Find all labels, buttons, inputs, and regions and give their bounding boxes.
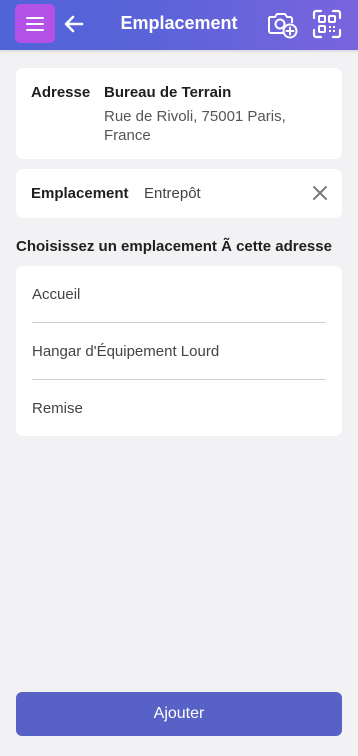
list-item-remise[interactable]: Remise <box>32 380 326 437</box>
section-title: Choisissez un emplacement Ã cette adress… <box>16 238 332 255</box>
camera-add-icon <box>268 13 298 39</box>
hamburger-menu-icon <box>26 16 44 31</box>
location-list: Accueil Hangar d'Équipement Lourd Remise <box>16 266 342 436</box>
add-button[interactable]: Ajouter <box>16 692 342 736</box>
page-title: Emplacement <box>120 13 238 33</box>
clear-location-button[interactable] <box>312 185 328 201</box>
qr-scan-button[interactable] <box>312 9 342 39</box>
camera-add-button[interactable] <box>266 9 298 39</box>
address-name: Bureau de Terrain <box>104 84 232 101</box>
menu-button[interactable] <box>15 4 55 43</box>
address-label: Adresse <box>31 84 91 101</box>
list-item-hangar[interactable]: Hangar d'Équipement Lourd <box>32 323 326 380</box>
back-button[interactable] <box>63 13 85 35</box>
app-bar: Emplacement <box>0 0 358 50</box>
list-item-label: Accueil <box>32 286 81 303</box>
close-icon <box>313 186 327 200</box>
location-value: Entrepôt <box>144 185 201 202</box>
location-card: Emplacement Entrepôt <box>16 169 342 218</box>
qr-scan-icon <box>312 9 342 39</box>
address-card: Adresse Bureau de Terrain Rue de Rivoli,… <box>16 68 342 159</box>
list-item-label: Remise <box>32 400 83 417</box>
list-item-label: Hangar d'Équipement Lourd <box>32 343 220 360</box>
list-item-accueil[interactable]: Accueil <box>32 266 326 323</box>
arrow-left-icon <box>64 15 84 33</box>
address-line: Rue de Rivoli, 75001 Paris, France <box>104 108 286 144</box>
location-label: Emplacement <box>31 185 129 202</box>
